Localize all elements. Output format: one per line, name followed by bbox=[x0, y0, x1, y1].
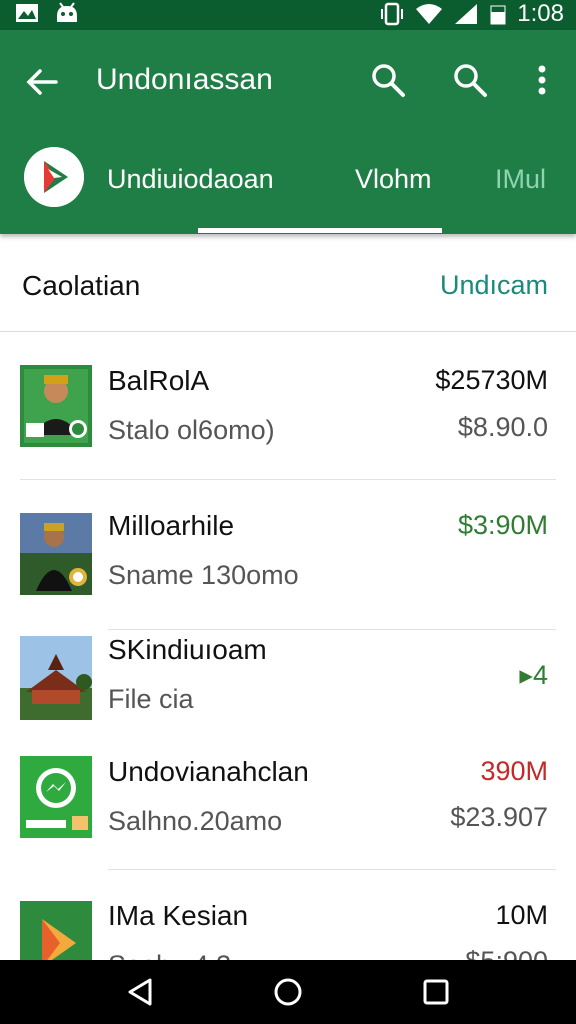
item-thumbnail bbox=[20, 756, 92, 838]
landscape-thumbnail-icon bbox=[20, 636, 92, 720]
status-bar: 1:08 bbox=[0, 0, 576, 30]
item-name: SKindiuıoam bbox=[108, 634, 267, 665]
item-name: Milloarhile bbox=[108, 510, 235, 541]
item-subtitle: Sooh . 4.3 bbox=[108, 950, 231, 960]
play-logo-icon bbox=[24, 147, 84, 207]
item-sub-price: $23.907 bbox=[450, 802, 548, 832]
list-item[interactable]: BalRolA Stalo ol6omo) $25730M $8.90.0 bbox=[0, 332, 576, 480]
tab-second[interactable]: Vlohm bbox=[355, 162, 432, 196]
play-thumbnail-icon bbox=[20, 901, 92, 960]
list-item[interactable]: Milloarhile Sname 130omo $3:90M bbox=[0, 480, 576, 630]
item-sub-price: $8.90.0 bbox=[457, 412, 548, 442]
tab-main[interactable]: Undiuiodaoan bbox=[107, 162, 274, 196]
app-logo[interactable] bbox=[24, 147, 84, 207]
messenger-thumbnail-icon bbox=[20, 756, 92, 838]
battery-icon bbox=[490, 5, 506, 25]
tab-indicator bbox=[198, 228, 442, 233]
item-subtitle: File cia bbox=[108, 684, 194, 714]
item-price: $3:90M bbox=[457, 510, 548, 540]
more-vert-icon[interactable] bbox=[522, 60, 562, 100]
section-header: Caolatian Undıcam bbox=[0, 234, 576, 332]
tab-third[interactable]: IMul bbox=[495, 162, 546, 196]
item-thumbnail bbox=[20, 901, 92, 960]
app-bar: Undonıassan Undiuiodaoan Vlohm IMul bbox=[0, 30, 576, 234]
section-link[interactable]: Undıcam bbox=[440, 270, 548, 301]
search-icon[interactable] bbox=[450, 60, 490, 100]
list-item[interactable]: IMa Kesian Sooh . 4.3 10M $5:900 bbox=[0, 870, 576, 960]
list-item[interactable]: Undovianahclan Salhno.20amo 390M $23.907 bbox=[0, 742, 576, 870]
android-icon bbox=[57, 2, 77, 22]
item-sub-price: $5:900 bbox=[465, 946, 548, 960]
item-thumbnail bbox=[20, 513, 92, 595]
status-time: 1:08 bbox=[517, 0, 564, 27]
item-name: Undovianahclan bbox=[108, 756, 309, 787]
portrait-thumbnail-icon bbox=[20, 365, 92, 447]
item-price: ▸4 bbox=[519, 660, 548, 690]
search-icon[interactable] bbox=[368, 60, 408, 100]
list-item[interactable]: SKindiuıoam File cia ▸4 bbox=[0, 630, 576, 742]
item-subtitle: Stalo ol6omo) bbox=[108, 415, 275, 445]
signal-icon bbox=[455, 4, 478, 24]
item-list: BalRolA Stalo ol6omo) $25730M $8.90.0 Mi… bbox=[0, 332, 576, 960]
home-circle-icon[interactable] bbox=[270, 974, 306, 1010]
vibrate-icon bbox=[381, 2, 404, 26]
tab-bar: Undiuiodaoan Vlohm IMul bbox=[0, 142, 576, 234]
wifi-icon bbox=[416, 4, 443, 24]
item-thumbnail bbox=[20, 365, 92, 447]
item-price: $25730M bbox=[435, 365, 548, 395]
system-nav-bar bbox=[0, 960, 576, 1024]
image-icon bbox=[16, 4, 38, 22]
portrait-thumbnail-icon bbox=[20, 513, 92, 595]
recents-square-icon[interactable] bbox=[418, 974, 454, 1010]
item-price: 10M bbox=[495, 900, 548, 930]
item-name: BalRolA bbox=[108, 365, 210, 396]
item-thumbnail bbox=[20, 636, 92, 720]
back-triangle-icon[interactable] bbox=[122, 974, 158, 1010]
item-subtitle: Salhno.20amo bbox=[108, 806, 283, 836]
section-title: Caolatian bbox=[22, 270, 141, 301]
back-arrow-icon[interactable] bbox=[22, 62, 62, 102]
app-title: Undonıassan bbox=[96, 63, 273, 96]
item-name: IMa Kesian bbox=[108, 900, 249, 931]
item-price: 390M bbox=[480, 756, 548, 786]
item-subtitle: Sname 130omo bbox=[108, 560, 299, 590]
